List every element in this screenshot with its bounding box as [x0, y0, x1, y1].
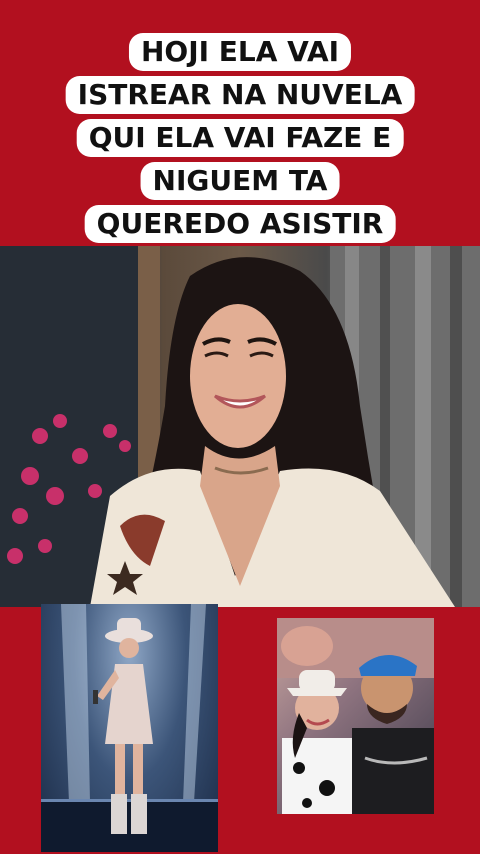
caption-line-1: HOJI ELA VAI: [128, 33, 352, 71]
main-photo: [0, 246, 480, 607]
caption-line-4: NIGUEM TA: [140, 162, 340, 200]
main-photo-illustration: [0, 246, 480, 607]
stage-illustration: [41, 604, 218, 852]
inset-photo-stage: [41, 604, 218, 852]
caption-line-3: QUI ELA VAI FAZE E: [76, 119, 404, 157]
couple-illustration: [277, 618, 434, 814]
caption-line-5: QUEREDO ASISTIR: [84, 205, 396, 243]
inset-photo-couple: [277, 618, 434, 814]
caption-line-2: ISTREAR NA NUVELA: [65, 76, 415, 114]
story-page: HOJI ELA VAI ISTREAR NA NUVELA QUI ELA V…: [0, 0, 480, 854]
